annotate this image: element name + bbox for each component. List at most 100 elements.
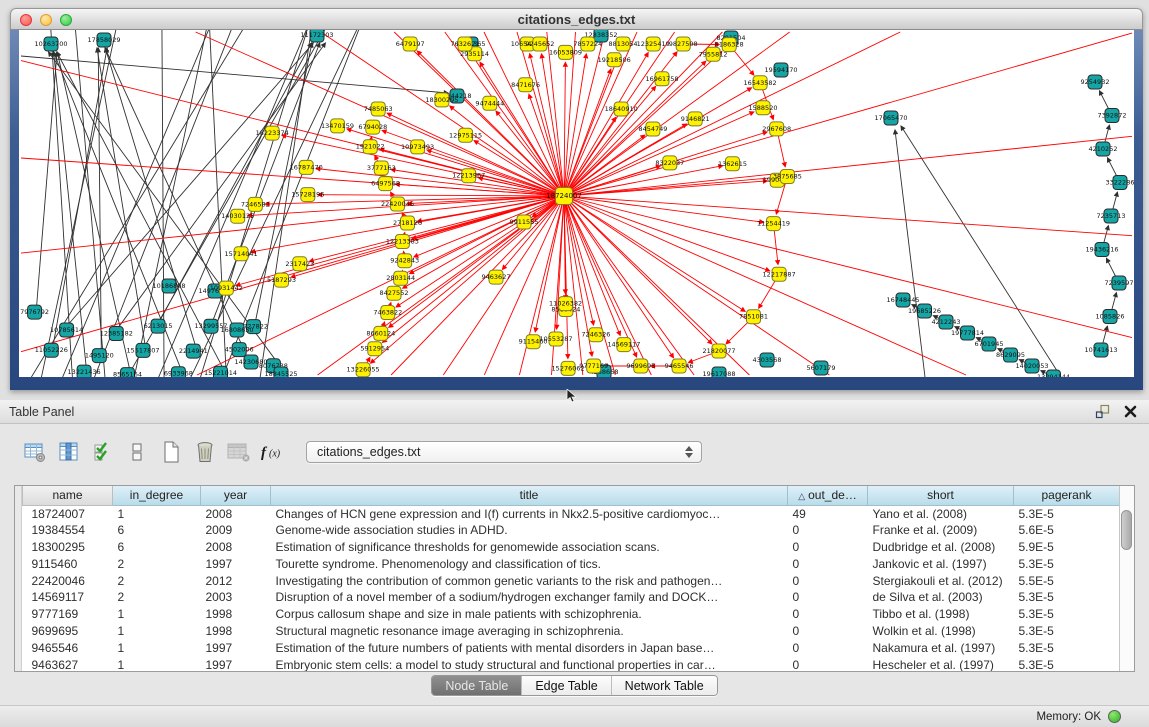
- tab-network-table[interactable]: Network Table: [611, 676, 717, 695]
- table-cell[interactable]: 5.3E-5: [1014, 606, 1120, 623]
- table-cell[interactable]: 14569117: [23, 589, 113, 606]
- table-cell[interactable]: 5.9E-5: [1014, 539, 1120, 556]
- table-cell[interactable]: 5.6E-5: [1014, 522, 1120, 539]
- row-height-icon[interactable]: [122, 437, 152, 467]
- table-cell[interactable]: 5.3E-5: [1014, 555, 1120, 572]
- table-cell[interactable]: 2: [113, 555, 201, 572]
- table-cell[interactable]: 22420046: [23, 572, 113, 589]
- table-cell[interactable]: Nakamura et al. (1997): [868, 639, 1014, 656]
- table-cell[interactable]: Investigating the contribution of common…: [271, 572, 788, 589]
- table-cell[interactable]: 0: [788, 555, 868, 572]
- table-cell[interactable]: 0: [788, 589, 868, 606]
- table-cell[interactable]: 5.3E-5: [1014, 656, 1120, 671]
- table-row[interactable]: 1456911722003Disruption of a novel membe…: [23, 589, 1120, 606]
- table-cell[interactable]: 2003: [201, 589, 271, 606]
- table-cell[interactable]: Yano et al. (2008): [868, 505, 1014, 522]
- column-header-name[interactable]: name: [23, 486, 113, 505]
- table-cell[interactable]: 5.3E-5: [1014, 639, 1120, 656]
- table-cell[interactable]: 1997: [201, 555, 271, 572]
- table-row[interactable]: 969969511998Structural magnetic resonanc…: [23, 623, 1120, 640]
- table-cell[interactable]: 0: [788, 522, 868, 539]
- table-cell[interactable]: Disruption of a novel member of a sodium…: [271, 589, 788, 606]
- table-cell[interactable]: Corpus callosum shape and size in male p…: [271, 606, 788, 623]
- table-cell[interactable]: Estimation of the future numbers of pati…: [271, 639, 788, 656]
- table-cell[interactable]: 9699695: [23, 623, 113, 640]
- table-cell[interactable]: 6: [113, 522, 201, 539]
- function-builder-icon[interactable]: f(x): [258, 437, 288, 467]
- network-window-titlebar[interactable]: citations_edges.txt: [10, 8, 1143, 30]
- table-cell[interactable]: 2012: [201, 572, 271, 589]
- column-header-out_degree[interactable]: △out_de…: [788, 486, 868, 505]
- table-cell[interactable]: 2: [113, 572, 201, 589]
- table-cell[interactable]: 5.5E-5: [1014, 572, 1120, 589]
- table-cell[interactable]: 49: [788, 505, 868, 522]
- table-cell[interactable]: Wolkin et al. (1998): [868, 623, 1014, 640]
- table-row[interactable]: 1938455462009Genome-wide association stu…: [23, 522, 1120, 539]
- table-cell[interactable]: 0: [788, 639, 868, 656]
- create-new-table-icon[interactable]: [156, 437, 186, 467]
- table-vertical-scrollbar[interactable]: [1119, 486, 1134, 671]
- select-all-rows-icon[interactable]: [88, 437, 118, 467]
- table-cell[interactable]: Genome-wide association studies in ADHD.: [271, 522, 788, 539]
- table-cell[interactable]: 0: [788, 539, 868, 556]
- table-cell[interactable]: Dudbridge et al. (2008): [868, 539, 1014, 556]
- table-cell[interactable]: 0: [788, 623, 868, 640]
- table-cell[interactable]: 9777169: [23, 606, 113, 623]
- show-column-visibility-icon[interactable]: [54, 437, 84, 467]
- table-row[interactable]: 977716911998Corpus callosum shape and si…: [23, 606, 1120, 623]
- column-header-short[interactable]: short: [868, 486, 1014, 505]
- table-cell[interactable]: 9115460: [23, 555, 113, 572]
- table-cell[interactable]: 1998: [201, 606, 271, 623]
- column-header-pagerank[interactable]: pagerank: [1014, 486, 1120, 505]
- table-cell[interactable]: Franke et al. (2009): [868, 522, 1014, 539]
- table-options-icon[interactable]: [20, 437, 50, 467]
- table-cell[interactable]: Tibbo et al. (1998): [868, 606, 1014, 623]
- table-cell[interactable]: 6: [113, 539, 201, 556]
- table-cell[interactable]: 2009: [201, 522, 271, 539]
- table-cell[interactable]: 9465546: [23, 639, 113, 656]
- table-cell[interactable]: 0: [788, 656, 868, 671]
- table-cell[interactable]: 1: [113, 606, 201, 623]
- citation-network-graph[interactable]: 1026370017858029111723031344218862736512…: [19, 30, 1134, 377]
- table-cell[interactable]: 1997: [201, 656, 271, 671]
- table-row[interactable]: 2242004622012Investigating the contribut…: [23, 572, 1120, 589]
- table-row[interactable]: 1872400712008Changes of HCN gene express…: [23, 505, 1120, 522]
- table-row[interactable]: 1830029562008Estimation of significance …: [23, 539, 1120, 556]
- table-cell[interactable]: Estimation of significance thresholds fo…: [271, 539, 788, 556]
- table-cell[interactable]: 5.3E-5: [1014, 505, 1120, 522]
- table-cell[interactable]: Structural magnetic resonance image aver…: [271, 623, 788, 640]
- table-selector-dropdown[interactable]: citations_edges.txt: [306, 441, 702, 463]
- table-cell[interactable]: 2: [113, 589, 201, 606]
- table-row[interactable]: 946362711997Embryonic stem cells: a mode…: [23, 656, 1120, 671]
- scrollbar-thumb[interactable]: [1121, 510, 1132, 550]
- table-cell[interactable]: Tourette syndrome. Phenomenology and cla…: [271, 555, 788, 572]
- column-header-title[interactable]: title: [271, 486, 788, 505]
- table-cell[interactable]: 18724007: [23, 505, 113, 522]
- table-cell[interactable]: Changes of HCN gene expression and I(f) …: [271, 505, 788, 522]
- table-cell[interactable]: 2008: [201, 539, 271, 556]
- table-cell[interactable]: 1: [113, 639, 201, 656]
- memory-ok-indicator[interactable]: [1108, 710, 1121, 723]
- column-header-in_degree[interactable]: in_degree: [113, 486, 201, 505]
- table-cell[interactable]: 18300295: [23, 539, 113, 556]
- table-cell[interactable]: Jankovic et al. (1997): [868, 555, 1014, 572]
- table-cell[interactable]: 2008: [201, 505, 271, 522]
- table-cell[interactable]: 1: [113, 623, 201, 640]
- table-row[interactable]: 911546021997Tourette syndrome. Phenomeno…: [23, 555, 1120, 572]
- table-cell[interactable]: Hescheler et al. (1997): [868, 656, 1014, 671]
- network-graph-canvas[interactable]: 1026370017858029111723031344218862736512…: [19, 30, 1134, 377]
- tab-node-table[interactable]: Node Table: [432, 676, 521, 695]
- table-cell[interactable]: de Silva et al. (2003): [868, 589, 1014, 606]
- table-row[interactable]: 946554611997Estimation of the future num…: [23, 639, 1120, 656]
- tab-edge-table[interactable]: Edge Table: [521, 676, 610, 695]
- table-cell[interactable]: 5.3E-5: [1014, 623, 1120, 640]
- close-panel-icon[interactable]: [1124, 405, 1137, 418]
- delete-table-icon[interactable]: [190, 437, 220, 467]
- table-cell[interactable]: 0: [788, 606, 868, 623]
- table-cell[interactable]: Embryonic stem cells: a model to study s…: [271, 656, 788, 671]
- table-cell[interactable]: 1998: [201, 623, 271, 640]
- table-cell[interactable]: Stergiakouli et al. (2012): [868, 572, 1014, 589]
- float-panel-icon[interactable]: [1095, 404, 1110, 419]
- table-cell[interactable]: 0: [788, 572, 868, 589]
- table-cell[interactable]: 1997: [201, 639, 271, 656]
